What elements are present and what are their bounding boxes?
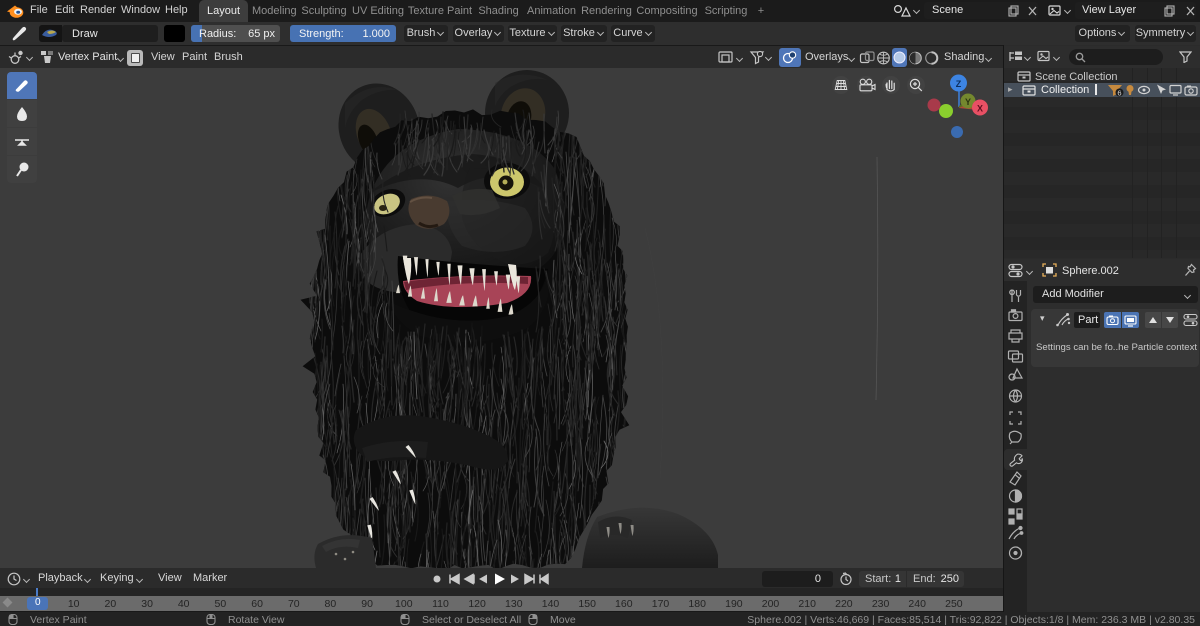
svg-text:50: 50 (215, 598, 227, 610)
svg-text:170: 170 (652, 598, 670, 610)
svg-text:240: 240 (908, 598, 926, 610)
svg-text:90: 90 (361, 598, 373, 610)
svg-text:110: 110 (432, 598, 449, 610)
svg-text:230: 230 (872, 598, 890, 610)
svg-text:20: 20 (105, 598, 117, 610)
svg-text:220: 220 (835, 598, 853, 610)
svg-text:180: 180 (688, 598, 706, 610)
svg-text:60: 60 (251, 598, 263, 610)
svg-text:150: 150 (578, 598, 596, 610)
svg-text:200: 200 (762, 598, 780, 610)
svg-text:70: 70 (288, 598, 300, 610)
svg-text:10: 10 (68, 598, 80, 610)
svg-text:210: 210 (798, 598, 816, 610)
svg-text:130: 130 (505, 598, 523, 610)
svg-text:6: 6 (1117, 89, 1121, 98)
svg-text:Z: Z (956, 79, 962, 89)
svg-text:Y: Y (965, 97, 971, 107)
svg-text:X: X (977, 104, 983, 114)
svg-text:160: 160 (615, 598, 633, 610)
svg-text:30: 30 (141, 598, 153, 610)
svg-text:120: 120 (468, 598, 486, 610)
svg-text:100: 100 (395, 598, 413, 610)
svg-text:190: 190 (725, 598, 743, 610)
svg-text:140: 140 (542, 598, 560, 610)
svg-text:80: 80 (325, 598, 337, 610)
svg-text:250: 250 (945, 598, 963, 610)
svg-text:40: 40 (178, 598, 190, 610)
